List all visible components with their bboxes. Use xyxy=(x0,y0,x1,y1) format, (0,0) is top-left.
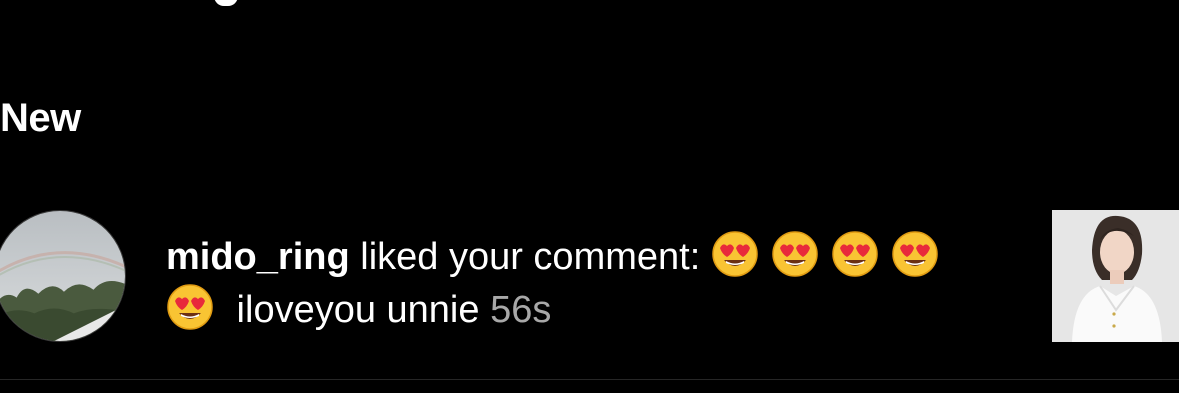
notification-username[interactable]: mido_ring xyxy=(166,236,350,278)
avatar-photo xyxy=(0,211,125,341)
row-divider xyxy=(0,379,1179,380)
post-thumbnail[interactable] xyxy=(1052,210,1179,342)
notification-text[interactable]: mido_ring liked your comment: iloveyou u… xyxy=(166,230,986,336)
heart-eyes-emoji-icon xyxy=(166,283,214,331)
notification-action: liked your comment: xyxy=(349,236,711,278)
heart-eyes-emoji-icon xyxy=(771,230,819,278)
heart-eyes-emoji-icon xyxy=(711,230,759,278)
top-cropped-glyph xyxy=(214,0,238,6)
section-header-new: New xyxy=(0,96,81,140)
heart-eyes-emoji-icon xyxy=(831,230,879,278)
notification-row[interactable]: mido_ring liked your comment: iloveyou u… xyxy=(0,208,1179,346)
user-avatar[interactable] xyxy=(0,210,126,342)
post-photo xyxy=(1052,210,1179,342)
heart-eyes-emoji-icon xyxy=(891,230,939,278)
comment-text: iloveyou unnie xyxy=(226,289,491,331)
notification-time: 56s xyxy=(490,289,552,331)
